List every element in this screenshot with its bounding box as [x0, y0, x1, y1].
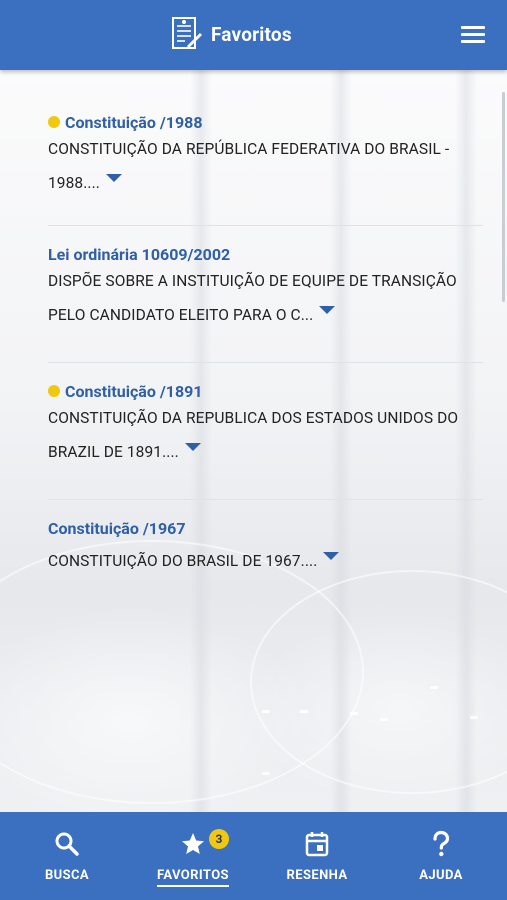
nav-label: RESENHA: [286, 868, 348, 883]
app-header: Favoritos: [0, 0, 507, 70]
nav-busca[interactable]: BUSCA: [4, 812, 130, 900]
page-title: Favoritos: [211, 22, 292, 46]
document-pen-icon: [172, 17, 202, 49]
expand-caret-icon[interactable]: [106, 174, 122, 182]
law-description: CONSTITUIÇÃO DA REPUBLICA DOS ESTADOS UN…: [48, 409, 459, 461]
favorites-count-badge: 3: [209, 829, 229, 849]
list-item[interactable]: Constituição /1988 CONSTITUIÇÃO DA REPÚB…: [48, 112, 483, 226]
favorites-list: Constituição /1988 CONSTITUIÇÃO DA REPÚB…: [48, 100, 483, 608]
expand-caret-icon[interactable]: [319, 306, 336, 314]
scrollbar[interactable]: [502, 92, 505, 302]
law-title[interactable]: Constituição /1988: [65, 113, 203, 132]
header-title-group: Favoritos: [171, 16, 292, 52]
list-item[interactable]: Constituição /1891 CONSTITUIÇÃO DA REPUB…: [48, 381, 483, 500]
nav-label: BUSCA: [44, 868, 90, 883]
list-item[interactable]: Constituição /1967 CONSTITUIÇÃO DO BRASI…: [48, 518, 483, 608]
search-icon: [55, 832, 79, 856]
star-icon: [182, 833, 204, 854]
law-title[interactable]: Constituição /1891: [65, 382, 203, 401]
nav-favoritos[interactable]: 3 FAVORITOS: [130, 812, 256, 900]
item-header: Lei ordinária 10609/2002: [48, 244, 483, 264]
expand-caret-icon[interactable]: [184, 443, 201, 451]
law-description: DISPÕE SOBRE A INSTITUIÇÃO DE EQUIPE DE …: [48, 272, 457, 324]
item-header: Constituição /1967: [48, 518, 483, 538]
hamburger-menu-icon[interactable]: [461, 26, 485, 44]
nav-resenha[interactable]: RESENHA: [254, 812, 380, 900]
bottom-navigation: BUSCA 3 FAVORITOS RESENHA AJUDA: [0, 812, 507, 900]
nav-label: FAVORITOS: [130, 868, 256, 887]
item-header: Constituição /1988: [48, 112, 483, 132]
nav-label: AJUDA: [419, 868, 463, 883]
item-header: Constituição /1891: [48, 381, 483, 401]
law-title[interactable]: Constituição /1967: [48, 519, 186, 538]
highlight-dot-icon: [48, 116, 60, 128]
nav-ajuda[interactable]: AJUDA: [378, 812, 504, 900]
help-icon: [433, 830, 450, 857]
expand-caret-icon[interactable]: [323, 552, 340, 560]
calendar-icon: [305, 832, 329, 857]
law-title[interactable]: Lei ordinária 10609/2002: [48, 245, 230, 264]
law-description: CONSTITUIÇÃO DO BRASIL DE 1967....: [48, 544, 483, 578]
law-description: CONSTITUIÇÃO DA REPÚBLICA FEDERATIVA DO …: [48, 140, 450, 192]
list-item[interactable]: Lei ordinária 10609/2002 DISPÕE SOBRE A …: [48, 244, 483, 363]
highlight-dot-icon: [48, 385, 60, 397]
